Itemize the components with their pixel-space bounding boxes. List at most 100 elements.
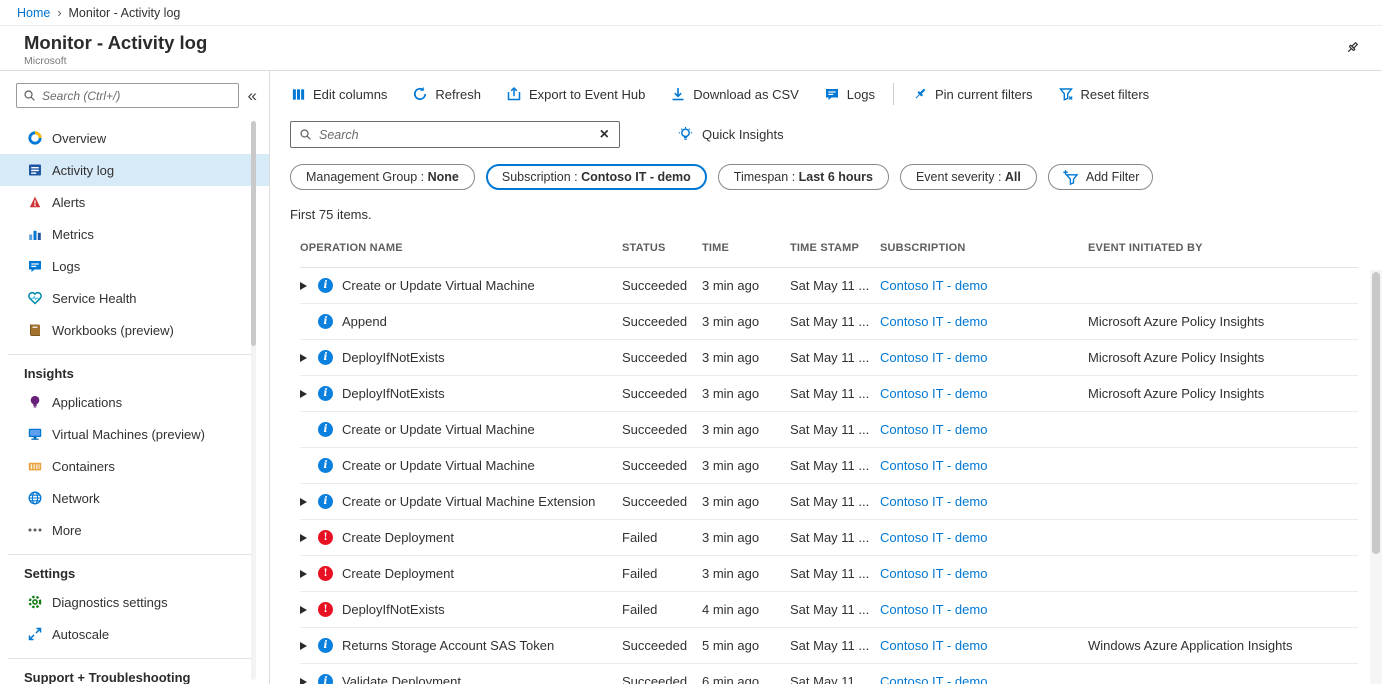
subscription-link[interactable]: Contoso IT - demo (880, 458, 987, 473)
activity-log-table: OPERATION NAMESTATUSTIMETIME STAMPSUBSCR… (300, 234, 1358, 684)
subscription-link[interactable]: Contoso IT - demo (880, 530, 987, 545)
timestamp-cell: Sat May 11 ... (790, 530, 880, 545)
sidebar-scrollbar-thumb[interactable] (251, 121, 256, 346)
sidebar-item-label: Applications (52, 395, 122, 410)
subscription-link[interactable]: Contoso IT - demo (880, 602, 987, 617)
time-cell: 3 min ago (702, 350, 790, 365)
table-row[interactable]: !Create DeploymentFailed3 min agoSat May… (300, 520, 1358, 556)
sidebar-item-overview[interactable]: Overview (0, 122, 269, 154)
operation-cell: !DeployIfNotExists (300, 602, 622, 617)
sidebar-section-settings: Settings (8, 554, 253, 586)
expand-chevron-icon[interactable] (300, 282, 318, 290)
quick-insights-button[interactable]: Quick Insights (677, 126, 784, 143)
status-cell: Succeeded (622, 422, 702, 437)
filter-pill-event-severity[interactable]: Event severity : All (900, 164, 1037, 190)
info-icon: i (318, 386, 333, 401)
subscription-cell: Contoso IT - demo (880, 638, 1088, 653)
table-row[interactable]: iDeployIfNotExistsSucceeded3 min agoSat … (300, 376, 1358, 412)
network-icon (27, 490, 43, 506)
sidebar-item-diagnostics-settings[interactable]: Diagnostics settings (0, 586, 269, 618)
page-header: Monitor - Activity log Microsoft (0, 26, 1382, 71)
time-cell: 6 min ago (702, 674, 790, 684)
table-row[interactable]: iCreate or Update Virtual MachineSucceed… (300, 268, 1358, 304)
table-row[interactable]: iCreate or Update Virtual Machine Extens… (300, 484, 1358, 520)
expand-chevron-icon[interactable] (300, 390, 318, 398)
table-row[interactable]: iCreate or Update Virtual MachineSucceed… (300, 412, 1358, 448)
breadcrumb-current: Monitor - Activity log (69, 6, 181, 20)
timestamp-cell: Sat May 11 ... (790, 386, 880, 401)
refresh-button[interactable]: Refresh (411, 82, 482, 106)
expand-chevron-icon[interactable] (300, 606, 318, 614)
logs-button[interactable]: Logs (823, 82, 876, 106)
sidebar-collapse-button[interactable]: « (244, 87, 261, 104)
sidebar-item-containers[interactable]: Containers (0, 450, 269, 482)
pin-current-filters-button[interactable]: Pin current filters (911, 82, 1034, 106)
sidebar-item-metrics[interactable]: Metrics (0, 218, 269, 250)
sidebar-item-logs[interactable]: Logs (0, 250, 269, 282)
subscription-link[interactable]: Contoso IT - demo (880, 566, 987, 581)
timestamp-cell: Sat May 11 ... (790, 278, 880, 293)
sidebar-search-input[interactable] (42, 89, 232, 103)
table-row[interactable]: iAppendSucceeded3 min agoSat May 11 ...C… (300, 304, 1358, 340)
main-scrollbar[interactable] (1370, 270, 1382, 684)
sidebar-item-network[interactable]: Network (0, 482, 269, 514)
subscription-link[interactable]: Contoso IT - demo (880, 674, 987, 684)
breadcrumb-home-link[interactable]: Home (17, 6, 50, 20)
reset-filters-button[interactable]: Reset filters (1057, 82, 1151, 106)
download-as-csv-button[interactable]: Download as CSV (669, 82, 800, 106)
filter-pill-timespan[interactable]: Timespan : Last 6 hours (718, 164, 889, 190)
search-icon (23, 89, 36, 102)
expand-chevron-icon[interactable] (300, 534, 318, 542)
info-icon: i (318, 314, 333, 329)
main-scrollbar-thumb[interactable] (1372, 272, 1380, 554)
initiated-by-cell: Microsoft Azure Policy Insights (1088, 350, 1358, 365)
info-icon: i (318, 278, 333, 293)
table-row[interactable]: !Create DeploymentFailed3 min agoSat May… (300, 556, 1358, 592)
table-row[interactable]: iCreate or Update Virtual MachineSucceed… (300, 448, 1358, 484)
sidebar-item-more[interactable]: More (0, 514, 269, 546)
breadcrumb: Home › Monitor - Activity log (0, 0, 1382, 26)
filter-pill-management-group[interactable]: Management Group : None (290, 164, 475, 190)
sidebar-scrollbar[interactable] (251, 121, 256, 680)
error-icon: ! (318, 566, 333, 581)
table-search: × (290, 121, 620, 148)
add-filter-button[interactable]: Add Filter (1048, 164, 1154, 190)
table-row[interactable]: iReturns Storage Account SAS TokenSuccee… (300, 628, 1358, 664)
expand-chevron-icon[interactable] (300, 642, 318, 650)
sidebar-nav: OverviewActivity log Alerts MetricsLogsSer… (0, 122, 269, 684)
pin-page-button[interactable] (1340, 36, 1364, 63)
sidebar-item-service-health[interactable]: Service Health (0, 282, 269, 314)
subscription-link[interactable]: Contoso IT - demo (880, 494, 987, 509)
expand-chevron-icon[interactable] (300, 498, 318, 506)
sidebar-item-activity-log[interactable]: Activity log (0, 154, 269, 186)
column-header-time: TIME (702, 242, 790, 254)
subscription-link[interactable]: Contoso IT - demo (880, 278, 987, 293)
export-to-event-hub-button[interactable]: Export to Event Hub (505, 82, 646, 106)
sidebar-item-label: Alerts (52, 195, 85, 210)
clear-search-button[interactable]: × (593, 127, 616, 143)
table-row[interactable]: iValidate DeploymentSucceeded6 min agoSa… (300, 664, 1358, 684)
sidebar-item-workbooks-preview[interactable]: Workbooks (preview) (0, 314, 269, 346)
sidebar-item-virtual-machines-preview[interactable]: Virtual Machines (preview) (0, 418, 269, 450)
sidebar-item-alerts[interactable]: Alerts (0, 186, 269, 218)
sidebar-item-applications[interactable]: Applications (0, 386, 269, 418)
table-row[interactable]: !DeployIfNotExistsFailed4 min agoSat May… (300, 592, 1358, 628)
pill-label: Management Group (306, 170, 417, 184)
timestamp-cell: Sat May 11 ... (790, 458, 880, 473)
edit-columns-button[interactable]: Edit columns (290, 83, 388, 106)
status-cell: Succeeded (622, 458, 702, 473)
table-row[interactable]: iDeployIfNotExistsSucceeded3 min agoSat … (300, 340, 1358, 376)
subscription-link[interactable]: Contoso IT - demo (880, 350, 987, 365)
subscription-link[interactable]: Contoso IT - demo (880, 422, 987, 437)
sidebar-item-autoscale[interactable]: Autoscale (0, 618, 269, 650)
expand-chevron-icon[interactable] (300, 354, 318, 362)
subscription-link[interactable]: Contoso IT - demo (880, 638, 987, 653)
subscription-link[interactable]: Contoso IT - demo (880, 314, 987, 329)
sidebar-item-label: Containers (52, 459, 115, 474)
initiated-by-cell: Windows Azure Application Insights (1088, 638, 1358, 653)
expand-chevron-icon[interactable] (300, 570, 318, 578)
expand-chevron-icon[interactable] (300, 678, 318, 684)
table-search-input[interactable] (319, 128, 586, 142)
filter-pill-subscription[interactable]: Subscription : Contoso IT - demo (486, 164, 707, 190)
subscription-link[interactable]: Contoso IT - demo (880, 386, 987, 401)
